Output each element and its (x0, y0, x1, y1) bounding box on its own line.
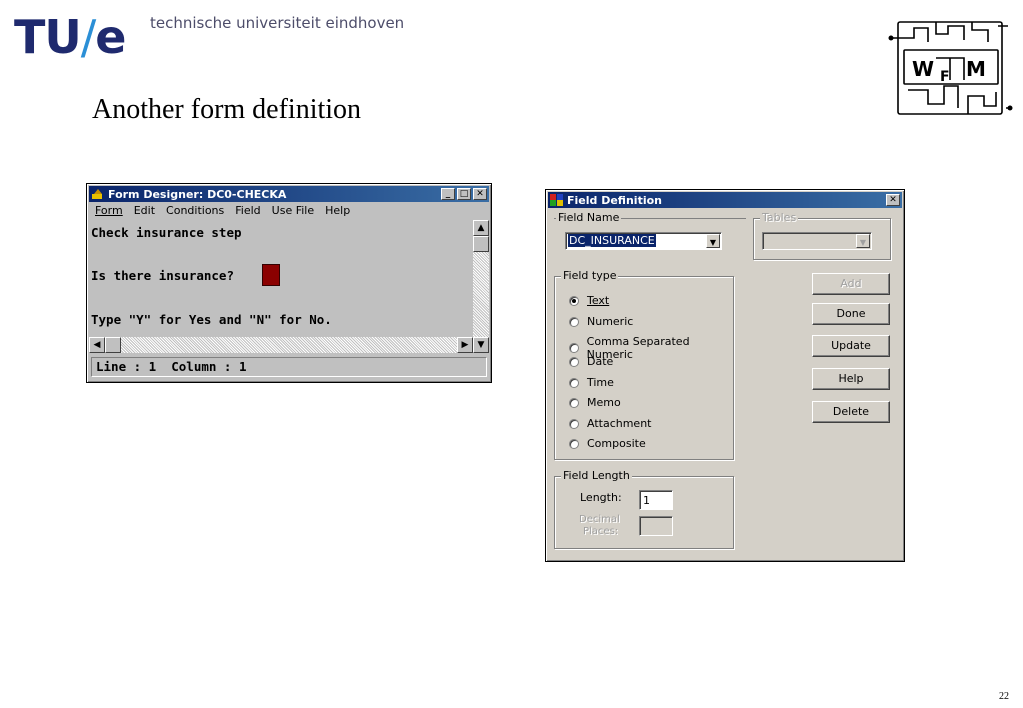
radio-time-indicator[interactable] (569, 377, 579, 388)
insurance-field-placeholder[interactable] (262, 264, 280, 286)
wfm-logo: W F M (888, 21, 1013, 115)
field-name-dropdown-arrow[interactable]: ▼ (706, 234, 720, 248)
menu-help[interactable]: Help (325, 204, 350, 217)
field-type-group: Field type Text Numeric Comma Separated … (554, 269, 734, 460)
wfm-m: M (966, 57, 986, 81)
editor-line-2: Is there insurance? (91, 268, 234, 283)
editor-line-1: Check insurance step (91, 225, 242, 240)
menu-help-label: Help (325, 204, 351, 217)
menu-conditions-label: Conditions (166, 204, 225, 217)
dialog-close-button[interactable]: ✕ (886, 194, 900, 206)
length-value: 1 (643, 494, 650, 507)
university-name: technische universiteit eindhoven (150, 14, 405, 32)
field-name-value: DC_INSURANCE (568, 234, 656, 247)
radio-time-label: Time (587, 376, 614, 389)
form-editor-area[interactable]: Check insurance step Is there insurance?… (89, 220, 473, 337)
menu-use-file-label: Use File (271, 204, 315, 217)
radio-date-label: Date (587, 355, 614, 368)
logo-slash: / (80, 10, 96, 64)
field-definition-dialog: Field Definition ✕ Field Name DC_INSURAN… (545, 189, 905, 562)
wfm-f: F (940, 69, 950, 85)
menu-edit-label: Edit (133, 204, 156, 217)
tables-dropdown-arrow: ▼ (856, 234, 870, 248)
form-designer-app-icon (91, 188, 105, 200)
scroll-right-button[interactable]: ▶ (457, 337, 473, 353)
slide-title: Another form definition (92, 94, 362, 125)
field-type-label: Field type (561, 269, 619, 282)
menu-edit[interactable]: Edit (134, 204, 155, 217)
radio-text[interactable]: Text (569, 294, 609, 307)
update-button[interactable]: Update (812, 335, 890, 357)
menu-form-label: Form (95, 204, 123, 217)
decimal-places-label-1: Decimal (579, 514, 620, 525)
decimal-places-label-2: Places: (583, 526, 619, 537)
radio-composite[interactable]: Composite (569, 437, 646, 450)
radio-text-indicator[interactable] (569, 295, 579, 306)
radio-date[interactable]: Date (569, 355, 613, 368)
horizontal-scrollbar[interactable]: ◀ ▶ (89, 337, 473, 353)
tue-logo: TU/e (14, 14, 126, 60)
editor-line-3: Type "Y" for Yes and "N" for No. (91, 312, 332, 327)
radio-attachment-indicator[interactable] (569, 418, 579, 429)
maximize-button[interactable]: □ (457, 188, 471, 200)
menu-field-label: Field (235, 204, 261, 217)
radio-composite-label: Composite (587, 437, 646, 450)
wfm-w: W (912, 57, 934, 81)
tables-label: Tables (760, 211, 799, 224)
radio-numeric-indicator[interactable] (569, 316, 579, 327)
status-text: Line : 1 Column : 1 (96, 359, 247, 374)
delete-button[interactable]: Delete (812, 401, 890, 423)
done-button[interactable]: Done (812, 303, 890, 325)
radio-memo-indicator[interactable] (569, 397, 579, 408)
vertical-scroll-thumb[interactable] (473, 236, 489, 252)
field-length-group: Field Length Length: 1 Decimal Places: (554, 469, 734, 549)
radio-text-label: Text (587, 294, 610, 307)
radio-time[interactable]: Time (569, 376, 614, 389)
field-definition-app-icon (550, 194, 564, 206)
form-designer-titlebar[interactable]: Form Designer: DC0-CHECKA _ □ ✕ (89, 186, 489, 202)
radio-date-indicator[interactable] (569, 356, 579, 367)
help-button[interactable]: Help (812, 368, 890, 390)
field-length-label: Field Length (561, 469, 632, 482)
scroll-down-button[interactable]: ▼ (473, 337, 489, 353)
decimal-places-input (639, 516, 673, 536)
length-input[interactable]: 1 (639, 490, 673, 510)
minimize-button[interactable]: _ (441, 188, 455, 200)
radio-attachment[interactable]: Attachment (569, 417, 652, 430)
radio-memo-label: Memo (587, 396, 621, 409)
field-name-label: Field Name (556, 211, 622, 224)
scroll-up-button[interactable]: ▲ (473, 220, 489, 236)
length-label: Length: (580, 491, 622, 504)
form-designer-menubar: Form Edit Conditions Field Use File Help (89, 202, 489, 219)
scroll-left-button[interactable]: ◀ (89, 337, 105, 353)
field-definition-title: Field Definition (567, 193, 662, 207)
page-number: 22 (999, 691, 1009, 702)
menu-field[interactable]: Field (235, 204, 260, 217)
field-definition-titlebar[interactable]: Field Definition ✕ (548, 192, 902, 208)
radio-attachment-label: Attachment (587, 417, 652, 430)
logo-tu: TU (14, 10, 82, 64)
radio-composite-indicator[interactable] (569, 438, 579, 449)
horizontal-scroll-thumb[interactable] (105, 337, 121, 353)
form-designer-title: Form Designer: DC0-CHECKA (108, 187, 287, 201)
vertical-scrollbar[interactable]: ▲ (473, 220, 489, 337)
logo-e: e (95, 10, 126, 64)
close-button[interactable]: ✕ (473, 188, 487, 200)
field-name-dropdown[interactable]: DC_INSURANCE ▼ (565, 232, 722, 250)
menu-conditions[interactable]: Conditions (166, 204, 224, 217)
menu-use-file[interactable]: Use File (272, 204, 314, 217)
menu-form[interactable]: Form (95, 204, 123, 217)
radio-comma-separated-numeric-indicator[interactable] (569, 343, 579, 353)
radio-memo[interactable]: Memo (569, 396, 621, 409)
form-designer-window: Form Designer: DC0-CHECKA _ □ ✕ Form Edi… (86, 183, 492, 383)
status-bar: Line : 1 Column : 1 (91, 357, 487, 377)
add-button[interactable]: Add (812, 273, 890, 295)
tables-dropdown: ▼ (762, 232, 872, 250)
radio-numeric[interactable]: Numeric (569, 315, 633, 328)
radio-numeric-label: Numeric (587, 315, 634, 328)
